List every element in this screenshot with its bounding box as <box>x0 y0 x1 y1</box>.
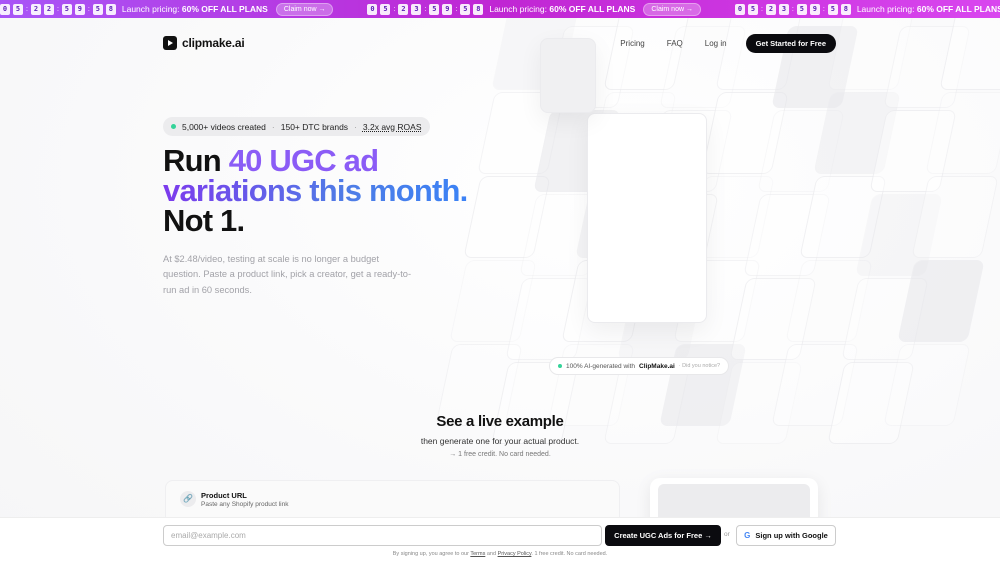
terms-link[interactable]: Terms <box>470 551 485 557</box>
logo-text: clipmake.ai <box>182 36 245 50</box>
countdown-digit: 0 <box>367 3 378 15</box>
countdown-digit: 5 <box>61 3 72 15</box>
countdown-digit: 5 <box>429 3 440 15</box>
nav-link-login[interactable]: Log in <box>705 39 727 48</box>
section-subtitle: then generate one for your actual produc… <box>420 436 580 446</box>
countdown-digit: 5 <box>460 3 471 15</box>
phone-mockup <box>587 113 707 323</box>
headline-line-3: Not 1. <box>163 203 245 238</box>
stats-pill: 5,000+ videos created · 150+ DTC brands … <box>163 117 430 136</box>
status-dot-icon <box>171 124 176 129</box>
countdown-digit: 9 <box>74 3 85 15</box>
promo-text: Launch pricing: 60% OFF ALL PLANS <box>489 4 636 14</box>
section-title: See a live example <box>436 413 564 430</box>
countdown-digit: 3 <box>411 3 422 15</box>
privacy-policy-link[interactable]: Privacy Policy <box>498 551 532 557</box>
link-icon: 🔗 <box>180 491 196 507</box>
stat-roas: 3.2x avg ROAS <box>362 121 422 132</box>
status-dot-icon <box>558 364 562 368</box>
ai-badge-suffix: · Did you notice? <box>678 363 721 369</box>
google-signup-button[interactable]: G Sign up with Google <box>736 525 836 546</box>
nav-links: Pricing FAQ Log in Get Started for Free <box>620 33 836 53</box>
stat-videos: 5,000+ videos created <box>182 121 266 132</box>
claim-now-button[interactable]: Claim now → <box>275 2 334 16</box>
or-label: or <box>724 531 730 538</box>
play-logo-icon <box>163 36 177 50</box>
section-note: → 1 free credit. No card needed. <box>449 451 551 458</box>
countdown-digit: 8 <box>473 3 484 15</box>
countdown-digit: 5 <box>92 3 103 15</box>
google-icon: G <box>744 531 751 540</box>
hero-subtitle: At $2.48/video, testing at scale is no l… <box>163 254 412 295</box>
nav-link-pricing[interactable]: Pricing <box>620 39 644 48</box>
promo-banner: 0 5 : 2 2 : 5 9 : 5 8 Launch pricing: 60… <box>0 0 1000 18</box>
countdown-digit: 2 <box>43 3 54 15</box>
hero-headline: Run 40 UGC ad variations this month. Not… <box>163 145 503 238</box>
logo[interactable]: clipmake.ai <box>163 36 245 50</box>
ai-badge-brand: ClipMake.ai <box>639 362 675 370</box>
nav-link-faq[interactable]: FAQ <box>667 39 683 48</box>
countdown-digit: 8 <box>840 3 851 15</box>
promo-item: 0 5 : 2 3 : 5 9 : 5 8 Launch pricing: 60… <box>734 3 1000 16</box>
ai-generated-badge: 100% AI-generated with ClipMake.ai · Did… <box>549 357 730 375</box>
countdown-digit: 5 <box>380 3 391 15</box>
promo-item: 0 5 : 2 3 : 5 9 : 5 8 Launch pricing: 60… <box>367 2 701 16</box>
countdown-digit: 0 <box>734 3 745 15</box>
countdown-digit: 9 <box>809 3 820 15</box>
signup-bar: Create UGC Ads for Free → or G Sign up w… <box>0 517 1000 563</box>
countdown-digit: 3 <box>778 3 789 15</box>
countdown-digit: 2 <box>398 3 409 15</box>
ai-badge-prefix: 100% AI-generated with <box>566 362 636 370</box>
promo-text: Launch pricing: 60% OFF ALL PLANS <box>856 4 1000 14</box>
claim-now-button[interactable]: Claim now → <box>643 2 701 16</box>
top-nav: clipmake.ai Pricing FAQ Log in Get Start… <box>163 33 836 53</box>
countdown-digit: 0 <box>0 3 10 15</box>
promo-item: 0 5 : 2 2 : 5 9 : 5 8 Launch pricing: 60… <box>0 2 334 16</box>
countdown-digit: 5 <box>13 3 23 15</box>
countdown-digit: 2 <box>765 3 776 15</box>
card-title: Product URL <box>201 491 247 500</box>
countdown-digit: 5 <box>747 3 758 15</box>
countdown-digit: 2 <box>30 3 41 15</box>
email-input[interactable] <box>163 525 602 546</box>
countdown-digit: 5 <box>796 3 807 15</box>
countdown-digit: 5 <box>827 3 838 15</box>
promo-text: Launch pricing: 60% OFF ALL PLANS <box>121 4 268 14</box>
countdown-digit: 8 <box>105 3 116 15</box>
card-subtitle: Paste any Shopify product link <box>201 501 289 508</box>
terms-text: By signing up, you agree to our Terms an… <box>392 551 608 557</box>
stat-brands: 150+ DTC brands <box>280 121 349 132</box>
get-started-button[interactable]: Get Started for Free <box>745 33 836 53</box>
countdown-digit: 9 <box>442 3 453 15</box>
google-signup-label: Sign up with Google <box>755 531 828 540</box>
create-ugc-ads-button[interactable]: Create UGC Ads for Free → <box>605 525 721 546</box>
